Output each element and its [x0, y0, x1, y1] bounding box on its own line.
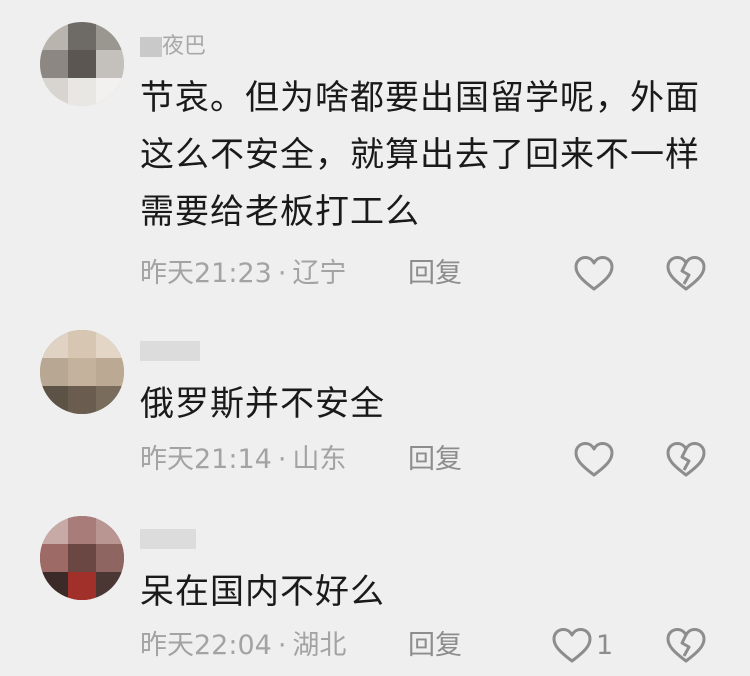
username[interactable]: 夜巴 [140, 34, 206, 60]
comment-text: 呆在国内不好么 [140, 564, 730, 621]
comment-meta: 昨天21:14 · 山东 [140, 440, 346, 480]
avatar[interactable] [40, 22, 124, 106]
comment-text: 俄罗斯并不安全 [140, 376, 730, 433]
avatar[interactable] [40, 516, 124, 600]
comment-meta: 昨天21:23 · 辽宁 [140, 254, 346, 294]
reply-button[interactable]: 回复 [408, 254, 462, 294]
reply-button[interactable]: 回复 [408, 440, 462, 480]
username-text: 夜巴 [162, 34, 207, 59]
broken-heart-icon[interactable] [664, 254, 708, 294]
comment-meta: 昨天22:04 · 湖北 [140, 626, 346, 666]
timestamp: 昨天21:23 [140, 258, 272, 289]
location: 辽宁 [292, 258, 347, 289]
location: 山东 [292, 444, 347, 475]
heart-outline-icon[interactable] [572, 440, 616, 480]
comment-line: 需要给老板打工么 [140, 192, 420, 232]
separator: · [277, 258, 287, 289]
username[interactable] [140, 338, 200, 364]
broken-heart-icon[interactable] [664, 626, 708, 666]
separator: · [277, 444, 287, 475]
avatar[interactable] [40, 330, 124, 414]
comment-line: 呆在国内不好么 [140, 572, 385, 612]
comment-line: 节哀。但为啥都要出国留学呢，外面 [140, 78, 700, 118]
broken-heart-icon[interactable] [664, 440, 708, 480]
heart-outline-icon[interactable] [550, 626, 594, 666]
timestamp: 昨天21:14 [140, 444, 272, 475]
heart-outline-icon[interactable] [572, 254, 616, 294]
timestamp: 昨天22:04 [140, 630, 272, 661]
comment-line: 这么不安全，就算出去了回来不一样 [140, 135, 700, 175]
reply-button[interactable]: 回复 [408, 626, 462, 666]
like-count: 1 [596, 630, 614, 661]
location: 湖北 [292, 630, 347, 661]
comment-text: 节哀。但为啥都要出国留学呢，外面 这么不安全，就算出去了回来不一样 需要给老板打… [140, 70, 730, 241]
separator: · [277, 630, 287, 661]
comment-line: 俄罗斯并不安全 [140, 384, 385, 424]
username[interactable] [140, 526, 196, 552]
